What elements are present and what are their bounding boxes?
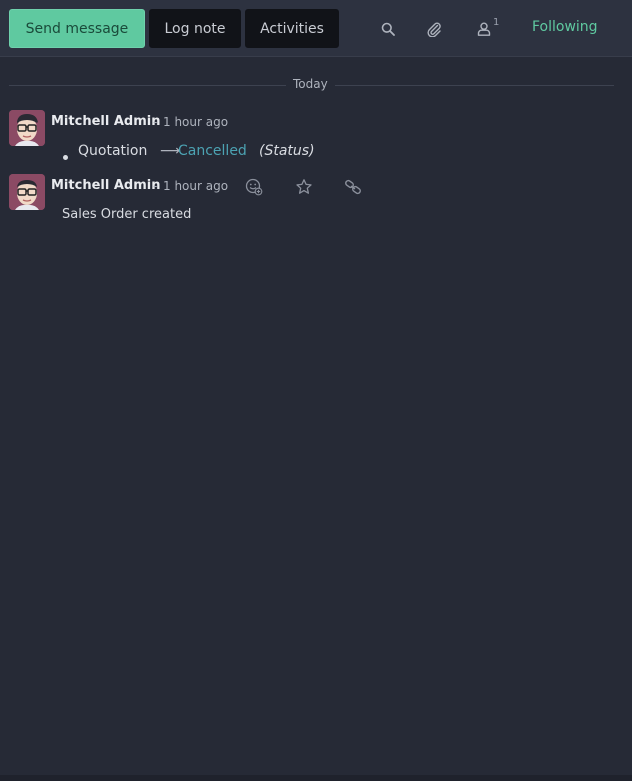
log-note-button[interactable]: Log note	[149, 9, 241, 48]
message-author[interactable]: Mitchell Admin	[51, 114, 160, 129]
link-icon[interactable]	[342, 176, 364, 198]
chatter-topbar: Send message Log note Activities 1 Follo…	[0, 0, 632, 57]
avatar[interactable]	[9, 174, 45, 210]
message-separator: -	[153, 115, 158, 129]
message-author[interactable]: Mitchell Admin	[51, 178, 160, 193]
user-icon	[477, 22, 491, 36]
following-button[interactable]: Following	[532, 19, 598, 35]
avatar-image	[9, 110, 45, 146]
tracking-field-label: (Status)	[259, 143, 315, 159]
tracking-old-value: Quotation	[78, 143, 148, 159]
paperclip-icon[interactable]	[419, 14, 449, 44]
message-separator: -	[153, 179, 158, 193]
tracking-new-value: Cancelled	[178, 143, 247, 159]
avatar-image	[9, 174, 45, 210]
message-body: Sales Order created	[62, 207, 192, 222]
avatar[interactable]	[9, 110, 45, 146]
message-date: 1 hour ago	[163, 115, 229, 129]
star-icon[interactable]	[293, 176, 315, 198]
message-date: 1 hour ago	[163, 179, 229, 193]
send-message-button[interactable]: Send message	[9, 9, 145, 48]
tracking-bullet	[63, 155, 68, 160]
activities-button[interactable]: Activities	[245, 9, 339, 48]
followers-count: 1	[493, 17, 500, 28]
search-icon[interactable]	[373, 14, 403, 44]
bottom-edge	[0, 775, 632, 781]
add-reaction-icon[interactable]	[243, 176, 265, 198]
date-separator: Today	[286, 77, 335, 91]
